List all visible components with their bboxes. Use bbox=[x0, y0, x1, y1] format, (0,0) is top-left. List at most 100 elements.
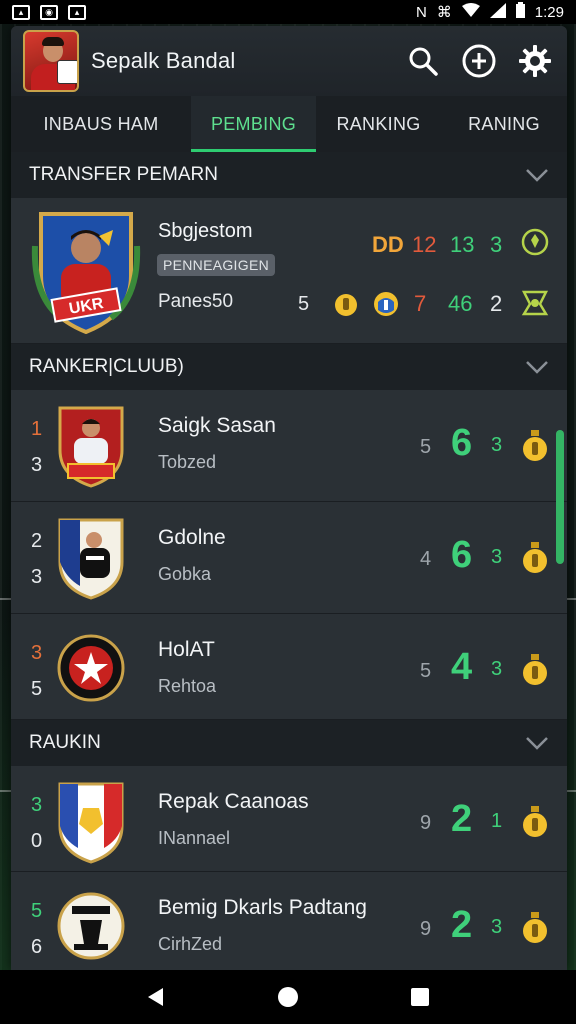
stat-small: 9 bbox=[420, 812, 432, 834]
back-icon[interactable] bbox=[145, 986, 167, 1008]
add-circle-icon bbox=[462, 44, 496, 78]
rank-sub-number: 3 bbox=[31, 454, 43, 476]
section-title: RAUKIN bbox=[29, 732, 101, 753]
section-title: RANKER|CLUUB) bbox=[29, 356, 184, 377]
rank-sub-number: 3 bbox=[31, 566, 43, 588]
transfer-card[interactable]: UKR Sbgjestom PENNEAGIGEN Panes50 DD 12 … bbox=[11, 198, 567, 344]
rank-number: 5 bbox=[31, 900, 43, 922]
player-name: Sbgjestom bbox=[158, 220, 253, 242]
club-crest-icon bbox=[58, 782, 124, 864]
ball-icon bbox=[521, 228, 549, 256]
chevron-down-icon bbox=[526, 361, 548, 374]
scrollbar-thumb[interactable] bbox=[556, 430, 564, 564]
trophy-icon bbox=[521, 290, 549, 316]
search-icon bbox=[409, 47, 438, 76]
ranker-section-header[interactable]: RANKER|CLUUB) bbox=[11, 344, 567, 390]
app-header: Sepalk Bandal bbox=[11, 26, 567, 96]
club-crest-icon bbox=[58, 518, 124, 600]
club-name: Saigk Sasan bbox=[158, 414, 276, 437]
club-shield-icon bbox=[374, 292, 398, 316]
stat-top-1: DD bbox=[372, 232, 404, 257]
stat-top-2: 12 bbox=[412, 232, 437, 257]
tab-inbaus-ham[interactable]: INBAUS HAM bbox=[11, 96, 191, 152]
section-title: TRANSFER PEMARN bbox=[29, 164, 218, 185]
vibrate-icon: ⌘ bbox=[436, 4, 452, 21]
home-icon[interactable] bbox=[276, 985, 300, 1009]
rank-sub-number: 6 bbox=[31, 936, 43, 958]
medal-icon bbox=[523, 654, 547, 685]
stat-tiny: 3 bbox=[491, 916, 503, 938]
list-item[interactable]: 5 6 Bemig Dkarls Padtang CirhZed 9 2 3 bbox=[11, 872, 567, 970]
stat-bottom-1: 5 bbox=[298, 293, 310, 315]
club-subtitle: Rehtoa bbox=[158, 676, 217, 696]
settings-button[interactable] bbox=[515, 41, 555, 81]
status-badge: PENNEAGIGEN bbox=[157, 254, 275, 276]
stat-big: 6 bbox=[451, 534, 473, 576]
wifi-icon bbox=[461, 3, 480, 21]
medal-icon bbox=[523, 542, 547, 573]
list-item[interactable]: 3 5 HolAT Rehtoa 5 4 3 bbox=[11, 614, 567, 720]
rank-number: 2 bbox=[31, 530, 43, 552]
stat-bottom-3: 46 bbox=[448, 291, 473, 316]
signal-icon bbox=[489, 2, 506, 22]
image-icon: ▴ bbox=[12, 4, 30, 20]
stat-top-4: 3 bbox=[490, 232, 503, 257]
avatar[interactable] bbox=[23, 30, 79, 92]
club-name: Bemig Dkarls Padtang bbox=[158, 896, 367, 919]
player-crest-icon: UKR bbox=[31, 212, 141, 334]
club-name: HolAT bbox=[158, 638, 215, 661]
club-subtitle: Tobzed bbox=[158, 452, 217, 472]
stat-big: 2 bbox=[451, 904, 473, 946]
tab-raning[interactable]: RANING bbox=[441, 96, 567, 152]
camera-icon: ◉ bbox=[40, 4, 58, 20]
gold-medal-icon bbox=[335, 294, 357, 316]
stat-tiny: 3 bbox=[491, 434, 503, 456]
status-bar: ▴ ◉ ▴ N ⌘ 1:29 bbox=[0, 0, 576, 24]
stat-tiny: 3 bbox=[491, 546, 503, 568]
stat-small: 9 bbox=[420, 918, 432, 940]
chevron-down-icon bbox=[526, 737, 548, 750]
search-button[interactable] bbox=[403, 41, 443, 81]
tab-ranking[interactable]: RANKING bbox=[316, 96, 441, 152]
club-crest-icon bbox=[58, 406, 124, 488]
club-name: Repak Caanoas bbox=[158, 790, 309, 813]
stat-bottom-2: 7 bbox=[414, 291, 427, 316]
stat-small: 5 bbox=[420, 660, 432, 682]
settings-icon bbox=[519, 45, 551, 77]
add-button[interactable] bbox=[459, 41, 499, 81]
app-title: Sepalk Bandal bbox=[91, 48, 236, 73]
player-subtitle: Panes50 bbox=[158, 291, 234, 312]
rank-number: 3 bbox=[31, 794, 43, 816]
club-crest-icon bbox=[57, 634, 125, 702]
clock-time: 1:29 bbox=[534, 3, 564, 21]
list-item[interactable]: 2 3 Gdolne Gobka 4 6 3 bbox=[11, 502, 567, 614]
medal-icon bbox=[523, 430, 547, 461]
stat-top-3: 13 bbox=[450, 232, 475, 257]
club-subtitle: Gobka bbox=[158, 564, 212, 584]
rank-sub-number: 0 bbox=[31, 830, 43, 852]
list-item[interactable]: 1 3 Saigk Sasan Tobzed 5 6 3 bbox=[11, 390, 567, 502]
nfc-icon: N bbox=[415, 3, 427, 21]
stat-tiny: 3 bbox=[491, 658, 503, 680]
raukin-section-header[interactable]: RAUKIN bbox=[11, 720, 567, 766]
medal-icon bbox=[523, 806, 547, 837]
tab-pembing[interactable]: PEMBING bbox=[191, 96, 316, 152]
chevron-down-icon bbox=[526, 169, 548, 182]
stat-big: 2 bbox=[451, 798, 473, 840]
stat-big: 6 bbox=[451, 422, 473, 464]
club-subtitle: INannael bbox=[158, 828, 231, 848]
medal-icon bbox=[523, 912, 547, 943]
club-name: Gdolne bbox=[158, 526, 226, 549]
rank-number: 3 bbox=[31, 642, 43, 664]
stat-bottom-4: 2 bbox=[490, 291, 503, 316]
stat-small: 4 bbox=[420, 548, 432, 570]
recents-icon[interactable] bbox=[409, 986, 431, 1008]
app-window: Sepalk Bandal INBAUS HAM PEMBING RANKING bbox=[11, 26, 567, 970]
stat-small: 5 bbox=[420, 436, 432, 458]
club-subtitle: CirhZed bbox=[158, 934, 223, 954]
list-item[interactable]: 3 0 Repak Caanoas INannael 9 2 1 bbox=[11, 766, 567, 872]
transfer-section-header[interactable]: TRANSFER PEMARN bbox=[11, 152, 567, 198]
stat-big: 4 bbox=[451, 646, 473, 688]
tab-bar: INBAUS HAM PEMBING RANKING RANING bbox=[11, 96, 567, 152]
system-nav-bar bbox=[0, 970, 576, 1024]
